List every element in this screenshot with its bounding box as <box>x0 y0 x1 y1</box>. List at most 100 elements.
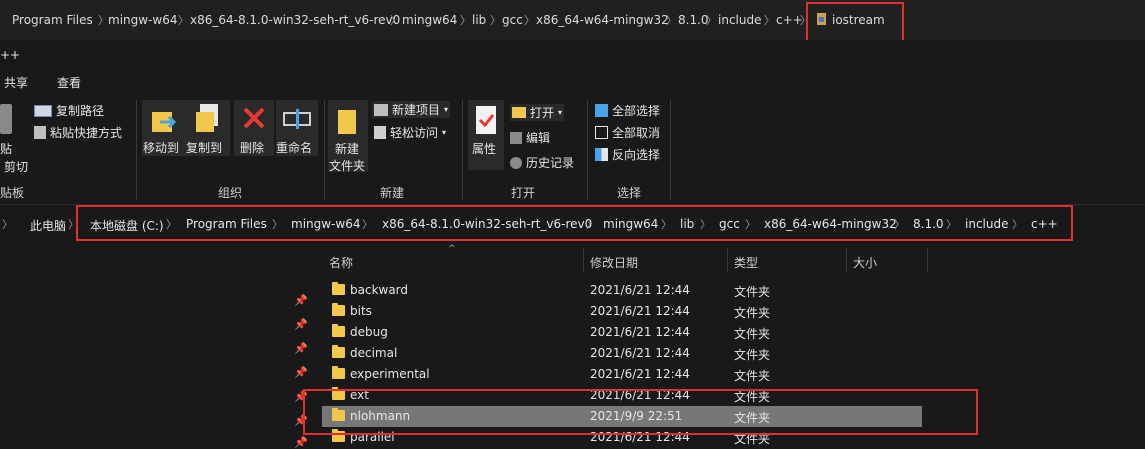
paste-shortcut-label: 粘贴快捷方式 <box>50 126 123 140</box>
move-to-label: 移动到 <box>143 141 180 155</box>
title-crumb[interactable]: lib <box>472 13 486 27</box>
folder-icon <box>332 324 345 337</box>
properties-button[interactable]: 属性 <box>468 100 504 170</box>
open-label: 打开 <box>530 106 555 120</box>
column-header-date[interactable]: 修改日期 <box>590 254 638 271</box>
sort-arrow-icon: ^ <box>448 244 456 254</box>
pin-icon[interactable]: 📌 <box>294 342 308 355</box>
pin-icon[interactable]: 📌 <box>294 294 308 307</box>
file-type: 文件夹 <box>734 369 771 383</box>
properties-icon <box>476 106 496 134</box>
chevron-right-icon: 〉 <box>2 218 13 231</box>
column-divider[interactable] <box>583 248 584 272</box>
column-divider[interactable] <box>846 248 847 272</box>
title-path-bar: Program Files 〉 mingw-w64 〉 x86_64-8.1.0… <box>0 0 1145 45</box>
copy-path-label: 复制路径 <box>56 104 105 118</box>
address-bar[interactable]: 〉 此电脑 〉 本地磁盘 (C:) 〉 Program Files 〉 ming… <box>0 205 1145 242</box>
folder-icon <box>332 303 345 316</box>
tab-view[interactable]: 查看 <box>57 74 81 91</box>
paste-shortcut-button[interactable]: 粘贴快捷方式 <box>34 124 122 141</box>
group-label-open: 打开 <box>511 186 536 200</box>
file-list: ^ 名称 修改日期 类型 大小 📌 📌 📌 📌 📌 📌 📌 backward 2… <box>0 244 1145 449</box>
title-crumb[interactable]: x86_64-w64-mingw32 <box>536 13 669 27</box>
chevron-right-icon: 〉 <box>460 14 471 27</box>
copy-to-button[interactable]: 复制到 <box>186 100 230 156</box>
new-folder-label-2: 文件夹 <box>329 159 366 173</box>
copy-path-button[interactable]: 复制路径 <box>34 102 104 119</box>
file-date: 2021/6/21 12:44 <box>590 304 690 318</box>
column-header-type[interactable]: 类型 <box>734 254 758 271</box>
title-crumb[interactable]: Program Files <box>12 13 93 27</box>
column-header-size[interactable]: 大小 <box>853 254 877 271</box>
new-item-icon <box>374 103 388 116</box>
delete-button[interactable]: 删除 <box>234 100 274 156</box>
easy-access-label: 轻松访问 <box>390 126 439 140</box>
title-crumb[interactable]: mingw64 <box>402 13 457 27</box>
title-crumb[interactable]: gcc <box>502 13 523 27</box>
copy-to-label: 复制到 <box>186 141 223 155</box>
dropdown-arrow-icon: ▾ <box>442 128 447 137</box>
rename-button[interactable]: 重命名 <box>276 100 318 156</box>
select-all-label: 全部选择 <box>612 104 661 118</box>
new-folder-button[interactable]: 新建 文件夹 <box>328 100 368 173</box>
title-crumb[interactable]: x86_64-8.1.0-win32-seh-rt_v6-rev0 <box>190 13 400 27</box>
delete-label: 删除 <box>240 141 265 155</box>
tab-share[interactable]: 共享 <box>4 74 28 91</box>
pin-icon[interactable]: 📌 <box>294 366 308 379</box>
pin-icon[interactable]: 📌 <box>294 318 308 331</box>
copy-path-icon <box>34 104 52 117</box>
file-name: backward <box>350 283 409 297</box>
title-crumb[interactable]: 8.1.0 <box>678 13 709 27</box>
address-crumb[interactable]: 此电脑 <box>30 217 66 234</box>
select-all-button[interactable]: 全部选择 <box>595 102 660 119</box>
file-date: 2021/6/21 12:44 <box>590 367 690 381</box>
history-button[interactable]: 历史记录 <box>510 154 574 171</box>
file-row[interactable]: debug 2021/6/21 12:44 文件夹 <box>322 322 922 343</box>
move-to-button[interactable]: 移动到 <box>142 100 186 156</box>
select-none-label: 全部取消 <box>612 126 661 140</box>
easy-access-icon <box>374 126 386 139</box>
file-type: 文件夹 <box>734 306 771 320</box>
ribbon: 贴 复制路径 粘贴快捷方式 剪切 贴板 移动到 复制到 删除 重命名 组织 新建… <box>0 96 1145 205</box>
file-row[interactable]: backward 2021/6/21 12:44 文件夹 <box>322 280 922 301</box>
file-row[interactable]: decimal 2021/6/21 12:44 文件夹 <box>322 343 922 364</box>
file-name: experimental <box>350 367 430 381</box>
group-divider <box>136 100 137 200</box>
chevron-right-icon: 〉 <box>666 14 677 27</box>
folder-icon <box>332 366 345 379</box>
title-crumb[interactable]: mingw-w64 <box>108 13 177 27</box>
file-row[interactable]: bits 2021/6/21 12:44 文件夹 <box>322 301 922 322</box>
group-label-organize: 组织 <box>218 186 243 200</box>
group-label-clipboard: 贴板 <box>0 186 25 200</box>
select-none-button[interactable]: 全部取消 <box>595 124 660 141</box>
file-type: 文件夹 <box>734 285 771 299</box>
file-date: 2021/6/21 12:44 <box>590 346 690 360</box>
title-crumb[interactable]: c++ <box>776 13 803 27</box>
copy-to-icon <box>196 104 218 132</box>
group-label-select: 选择 <box>617 186 642 200</box>
file-name: debug <box>350 325 388 339</box>
file-date: 2021/6/21 12:44 <box>590 325 690 339</box>
paste-button[interactable]: 贴 <box>0 140 12 157</box>
cut-button[interactable]: 剪切 <box>4 158 28 175</box>
group-divider <box>324 100 325 200</box>
title-crumb[interactable]: include <box>718 13 761 27</box>
new-item-button[interactable]: 新建项目 ▾ <box>372 101 451 118</box>
group-label-new: 新建 <box>380 186 405 200</box>
rename-icon <box>283 109 311 129</box>
edit-label: 编辑 <box>526 131 551 145</box>
highlight-box <box>806 2 904 45</box>
easy-access-button[interactable]: 轻松访问 ▾ <box>374 124 446 141</box>
invert-selection-button[interactable]: 反向选择 <box>595 146 660 163</box>
pin-icon[interactable]: 📌 <box>294 436 308 449</box>
edit-button[interactable]: 编辑 <box>510 129 550 146</box>
open-button[interactable]: 打开 ▾ <box>510 104 565 121</box>
file-type: 文件夹 <box>734 348 771 362</box>
column-divider[interactable] <box>727 248 728 272</box>
group-divider <box>587 100 588 200</box>
paste-shortcut-icon <box>34 126 46 139</box>
column-header-name[interactable]: 名称 <box>329 254 353 271</box>
file-row[interactable]: experimental 2021/6/21 12:44 文件夹 <box>322 364 922 385</box>
column-divider[interactable] <box>927 248 928 272</box>
partial-text: ++ <box>0 48 21 62</box>
